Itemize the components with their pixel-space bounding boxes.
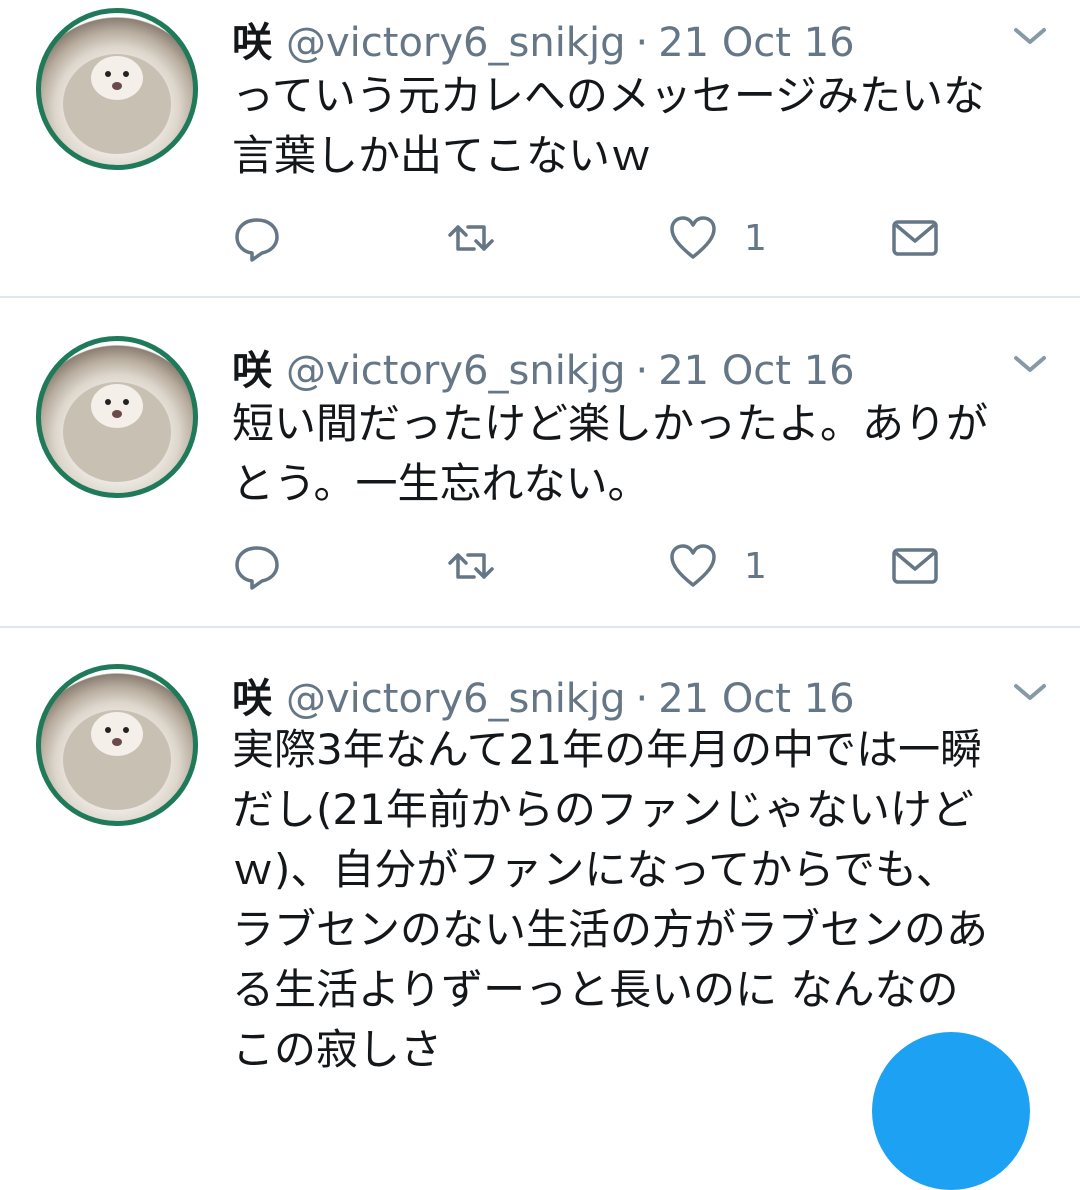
retweet-icon [448, 553, 494, 579]
heart-icon [670, 216, 716, 259]
tweet-text-line: だし(21年前からのファンじゃないけど [232, 785, 974, 834]
tweet-text-line: ｗ)、自分がファンになってからでも、 [232, 845, 958, 894]
tweet-actions: 1 [232, 210, 1052, 266]
envelope-icon [892, 548, 938, 584]
tweet-text-line: る生活よりずーっと長いのに なんなの [232, 965, 959, 1014]
reply-button[interactable] [232, 538, 282, 594]
retweet-button[interactable] [446, 538, 496, 594]
tweet[interactable]: 咲 @victory6_snikjg · 21 Oct 16 短い間だったけど楽… [0, 298, 1080, 626]
tweet-date[interactable]: 21 Oct 16 [658, 348, 854, 394]
tweet-date[interactable]: 21 Oct 16 [658, 20, 854, 66]
user-handle[interactable]: @victory6_snikjg [286, 348, 625, 394]
separator-dot: · [635, 348, 649, 394]
display-name[interactable]: 咲 [232, 338, 272, 396]
tweet-text-line: ラブセンのない生活の方がラブセンのあ [232, 905, 989, 954]
tweet-text-line: とう。一生忘れない。 [232, 459, 650, 508]
tweet-date[interactable]: 21 Oct 16 [658, 676, 854, 722]
display-name[interactable]: 咲 [232, 666, 272, 724]
like-button[interactable]: 1 [668, 538, 767, 594]
like-button[interactable]: 1 [668, 210, 767, 266]
display-name[interactable]: 咲 [232, 10, 272, 68]
avatar[interactable] [36, 664, 198, 826]
tweet-text-line: 言葉しか出てこないｗ [232, 131, 653, 180]
separator-dot: · [635, 20, 649, 66]
direct-message-button[interactable] [890, 210, 940, 266]
tweet[interactable]: 咲 @victory6_snikjg · 21 Oct 16 っていう元カレへの… [0, 0, 1080, 296]
reply-icon [235, 546, 279, 590]
tweet-text-line: 実際3年なんて21年の年月の中では一瞬 [232, 725, 983, 774]
tweet-text-line: っていう元カレへのメッセージみたいな [232, 71, 986, 120]
reply-icon [235, 218, 279, 262]
like-count: 1 [744, 217, 767, 259]
tweet-text: 短い間だったけど楽しかったよ。ありが とう。一生忘れない。 [232, 394, 1052, 514]
chevron-down-icon[interactable] [1010, 678, 1050, 706]
tweet-text-line: 短い間だったけど楽しかったよ。ありが [232, 399, 989, 448]
tweet-actions: 1 [232, 538, 1052, 594]
tweet[interactable]: 咲 @victory6_snikjg · 21 Oct 16 実際3年なんて21… [0, 628, 1080, 1080]
like-count: 1 [744, 545, 767, 587]
user-handle[interactable]: @victory6_snikjg [286, 676, 625, 722]
retweet-icon [448, 225, 494, 251]
tweet-text: 実際3年なんて21年の年月の中では一瞬 だし(21年前からのファンじゃないけど … [232, 720, 1052, 1080]
separator-dot: · [635, 676, 649, 722]
avatar[interactable] [36, 8, 198, 170]
tweet-text: っていう元カレへのメッセージみたいな 言葉しか出てこないｗ [232, 66, 1052, 186]
envelope-icon [892, 220, 938, 256]
user-handle[interactable]: @victory6_snikjg [286, 20, 625, 66]
avatar[interactable] [36, 336, 198, 498]
compose-fab[interactable] [872, 1032, 1030, 1190]
chevron-down-icon[interactable] [1010, 22, 1050, 50]
retweet-button[interactable] [446, 210, 496, 266]
heart-icon [670, 544, 716, 587]
reply-button[interactable] [232, 210, 282, 266]
chevron-down-icon[interactable] [1010, 350, 1050, 378]
direct-message-button[interactable] [890, 538, 940, 594]
